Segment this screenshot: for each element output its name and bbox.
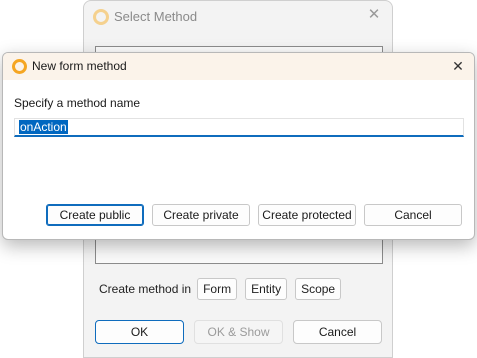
create-public-button[interactable]: Create public (46, 204, 144, 226)
close-icon[interactable]: ✕ (448, 56, 468, 76)
select-method-cancel-button[interactable]: Cancel (293, 320, 382, 344)
create-private-button[interactable]: Create private (152, 204, 250, 226)
create-protected-button[interactable]: Create protected (258, 204, 356, 226)
new-form-method-title: New form method (32, 59, 127, 73)
select-method-titlebar: Select Method ✕ (84, 1, 392, 32)
method-name-input[interactable]: onAction (14, 118, 464, 137)
ok-button[interactable]: OK (95, 320, 184, 344)
create-in-scope-button[interactable]: Scope (295, 278, 342, 300)
app-ring-icon (93, 9, 109, 25)
close-icon[interactable]: ✕ (364, 5, 384, 25)
create-method-in-row: Create method in Form Entity Scope (99, 278, 349, 300)
new-form-method-titlebar: New form method ✕ (3, 53, 474, 80)
create-method-in-label: Create method in (99, 282, 192, 296)
method-name-value: onAction (19, 120, 68, 134)
app-ring-icon (12, 59, 27, 74)
select-method-title: Select Method (114, 9, 198, 24)
method-name-prompt: Specify a method name (14, 96, 141, 110)
cancel-button[interactable]: Cancel (364, 204, 462, 226)
create-in-form-button[interactable]: Form (197, 278, 238, 300)
new-form-method-dialog: New form method ✕ Specify a method name … (2, 52, 475, 240)
create-in-entity-button[interactable]: Entity (245, 278, 288, 300)
ok-and-show-button[interactable]: OK & Show (194, 320, 283, 344)
select-method-button-row: OK OK & Show Cancel (95, 320, 383, 344)
